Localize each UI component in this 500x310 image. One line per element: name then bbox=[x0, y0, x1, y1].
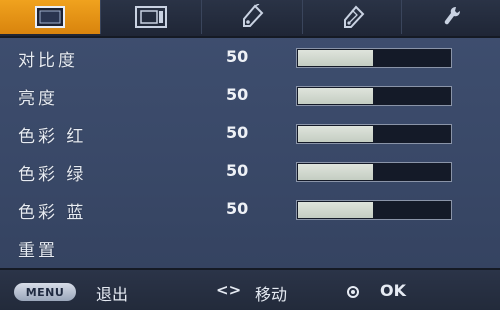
level-slider[interactable] bbox=[296, 86, 452, 106]
osd-menu: 对比度 50 亮度 50 色彩 红 50 色彩 绿 50 色彩 蓝 50 重置 bbox=[0, 0, 500, 310]
menu-item-value: 50 bbox=[226, 85, 249, 104]
menu-item-color-green[interactable]: 色彩 绿 50 bbox=[0, 153, 500, 191]
menu-key-badge: MENU bbox=[14, 283, 76, 301]
tab-setting[interactable] bbox=[202, 0, 303, 34]
menu-item-label: 色彩 蓝 bbox=[18, 203, 87, 223]
menu-item-label: 色彩 红 bbox=[18, 127, 87, 147]
level-slider[interactable] bbox=[296, 162, 452, 182]
move-hint: 移动 bbox=[255, 285, 288, 304]
tab-advanced[interactable] bbox=[303, 0, 402, 34]
level-slider[interactable] bbox=[296, 200, 452, 220]
level-fill bbox=[298, 202, 373, 218]
level-fill bbox=[298, 88, 373, 104]
level-slider[interactable] bbox=[296, 48, 452, 68]
tab-screen[interactable] bbox=[101, 0, 202, 34]
level-fill bbox=[298, 164, 373, 180]
menu-item-color-blue[interactable]: 色彩 蓝 50 bbox=[0, 191, 500, 229]
level-fill bbox=[298, 126, 373, 142]
exit-hint: 退出 bbox=[96, 285, 129, 304]
menu-item-value: 50 bbox=[226, 161, 249, 180]
move-arrows-icon: <> bbox=[216, 281, 242, 299]
ok-button-icon bbox=[347, 286, 359, 298]
level-fill bbox=[298, 50, 373, 66]
menu-item-reset[interactable]: 重置 bbox=[0, 229, 500, 267]
menu-item-color-red[interactable]: 色彩 红 50 bbox=[0, 115, 500, 153]
menu-item-contrast[interactable]: 对比度 50 bbox=[0, 39, 500, 77]
menu-item-label: 对比度 bbox=[18, 51, 78, 71]
menu-item-value: 50 bbox=[226, 199, 249, 218]
advanced-tag-icon bbox=[344, 5, 365, 28]
menu-item-label: 亮度 bbox=[18, 89, 58, 109]
menu-item-label: 重置 bbox=[18, 241, 58, 261]
setting-tag-icon bbox=[243, 4, 264, 27]
hint-bar: MENU 退出 <> 移动 OK bbox=[0, 268, 500, 310]
wrench-icon bbox=[444, 7, 460, 25]
menu-item-brightness[interactable]: 亮度 50 bbox=[0, 77, 500, 115]
screen-display-icon bbox=[135, 6, 167, 28]
tab-utility[interactable] bbox=[402, 0, 500, 34]
level-slider[interactable] bbox=[296, 124, 452, 144]
menu-item-value: 50 bbox=[226, 47, 249, 66]
tab-picture[interactable] bbox=[0, 0, 101, 34]
ok-hint: OK bbox=[380, 281, 406, 300]
menu-item-label: 色彩 绿 bbox=[18, 165, 87, 185]
menu-item-value: 50 bbox=[226, 123, 249, 142]
tab-bar bbox=[0, 0, 500, 38]
picture-icon bbox=[35, 6, 65, 28]
